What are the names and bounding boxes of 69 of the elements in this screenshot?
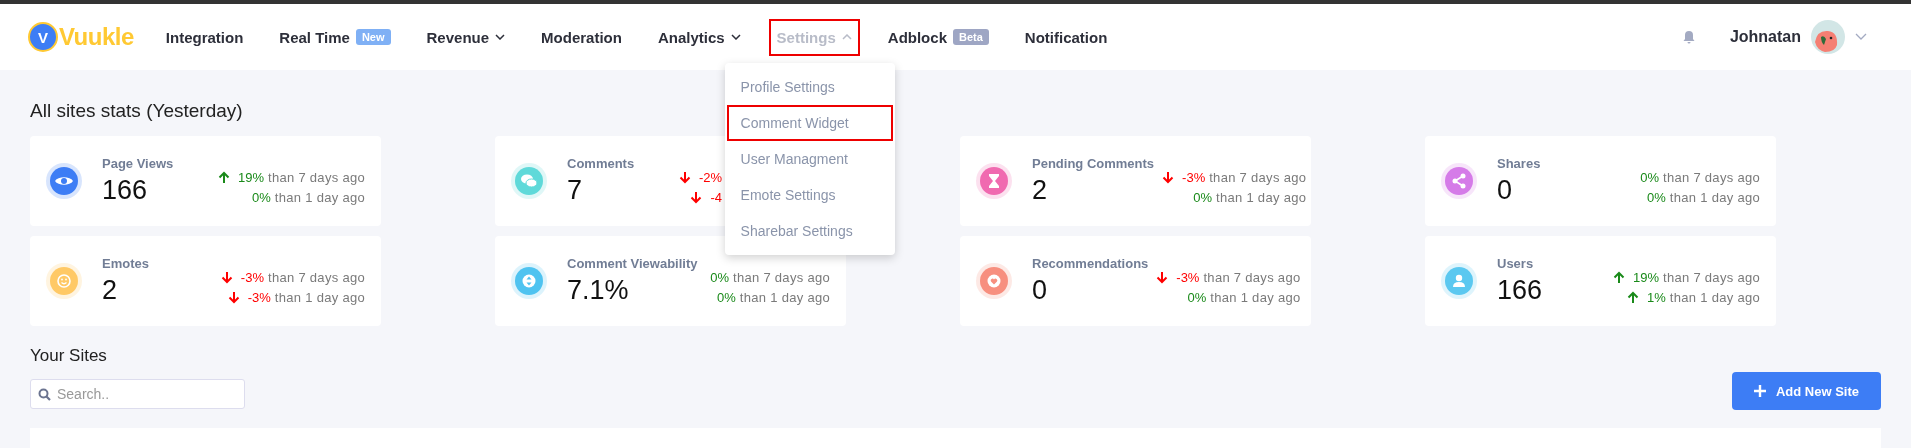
parrot-avatar-icon[interactable]: [1811, 20, 1845, 54]
change-percent: 0%: [1647, 189, 1666, 205]
stat-label: Page Views: [102, 156, 175, 171]
stat-label: Pending Comments: [1032, 156, 1155, 171]
nav-item[interactable]: Notification: [1016, 18, 1116, 56]
change-period: than 1 day ago: [1669, 289, 1760, 305]
nav-item[interactable]: Real Time New: [271, 18, 399, 56]
change-period: than 7 days ago: [267, 269, 365, 285]
change-period: than 7 days ago: [1209, 169, 1307, 185]
stat-value: 166: [102, 175, 149, 206]
bell-icon[interactable]: [1681, 30, 1696, 44]
change-percent: 0%: [1187, 289, 1207, 305]
change-percent: -3%: [1176, 269, 1200, 285]
user-name[interactable]: Johnatan: [1729, 28, 1801, 46]
search-field[interactable]: Search..: [30, 379, 245, 409]
stat-label: Shares: [1497, 156, 1542, 171]
stat-label: Comments: [567, 156, 636, 171]
stat-label: Comment Viewability: [567, 256, 699, 271]
nav-item[interactable]: Analytics: [649, 18, 749, 56]
add-site-button[interactable]: Add New Site: [1731, 372, 1881, 410]
stat-label: Users: [1497, 256, 1535, 271]
change-percent: -3%: [240, 269, 264, 285]
nav-badge: New: [355, 29, 391, 45]
nav-item[interactable]: Adblock Beta: [879, 18, 997, 56]
change-percent: -3%: [1182, 169, 1206, 185]
change-percent: -4: [710, 189, 722, 205]
change-percent: 0%: [717, 289, 736, 305]
change-period: than 7 days ago: [732, 269, 830, 285]
change-percent: 1%: [1647, 289, 1666, 305]
change-period: than 1 day ago: [1210, 289, 1301, 305]
nav-item[interactable]: Moderation: [533, 18, 630, 56]
stat-value: 0: [1032, 275, 1049, 306]
section-title: All sites stats (Yesterday): [30, 100, 243, 122]
change-percent: 0%: [710, 269, 729, 285]
caret-icon: [730, 34, 741, 40]
stat-value: 2: [1032, 175, 1049, 206]
change-percent: 0%: [1193, 189, 1212, 205]
change-percent: -2%: [698, 169, 722, 185]
stat-value: 2: [102, 275, 119, 306]
nav-item[interactable]: Revenue: [418, 18, 514, 56]
change-period: than 1 day ago: [1669, 189, 1760, 205]
caret-icon: [495, 34, 506, 40]
stat-value: 7: [567, 175, 584, 206]
caret-icon: [841, 34, 852, 40]
stat-label: Recommendations: [1032, 256, 1149, 271]
change-period: than 1 day ago: [739, 289, 830, 305]
caret-icon[interactable]: [1855, 33, 1867, 41]
change-percent: 0%: [1640, 169, 1659, 185]
change-percent: 0%: [252, 189, 271, 205]
change-period: than 7 days ago: [267, 169, 365, 185]
change-period: than 1 day ago: [274, 189, 365, 205]
stat-value: 166: [1497, 275, 1544, 306]
section-title: Your Sites: [30, 346, 107, 366]
change-percent: 19%: [237, 169, 264, 185]
change-period: than 1 day ago: [1216, 189, 1307, 205]
logo-mark: V: [28, 22, 58, 52]
change-percent: 19%: [1632, 269, 1659, 285]
change-period: than 1 day ago: [274, 289, 365, 305]
change-period: than 7 days ago: [1662, 169, 1760, 185]
change-period: than 7 days ago: [1662, 269, 1760, 285]
stat-value: 0: [1497, 175, 1514, 206]
change-period: than 7 days ago: [1203, 269, 1301, 285]
nav-item[interactable]: Integration: [157, 18, 252, 56]
nav-badge: Beta: [953, 29, 989, 45]
change-percent: -3%: [247, 289, 271, 305]
search-icon: [38, 388, 51, 401]
stat-label: Emotes: [102, 256, 150, 271]
stat-value: 7.1%: [567, 275, 630, 306]
plus-icon: [1753, 385, 1766, 397]
